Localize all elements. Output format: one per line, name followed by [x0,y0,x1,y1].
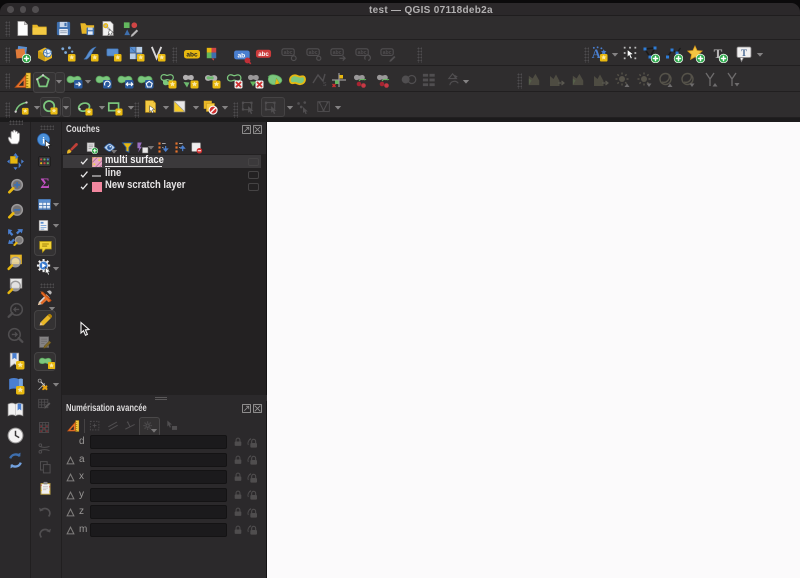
svg-text:s: s [323,81,327,88]
svg-text:i: i [42,136,45,146]
svg-text:T: T [741,48,747,58]
svg-text:abc: abc [383,50,392,56]
svg-text:A: A [592,47,601,61]
svg-text:abc: abc [186,52,198,59]
svg-text:Σ: Σ [40,176,49,191]
svg-text:abc: abc [309,50,318,56]
svg-text:abc: abc [284,50,293,56]
svg-text:abc: abc [333,50,342,56]
svg-text:ab: ab [237,52,245,59]
svg-text:abc: abc [258,51,269,58]
